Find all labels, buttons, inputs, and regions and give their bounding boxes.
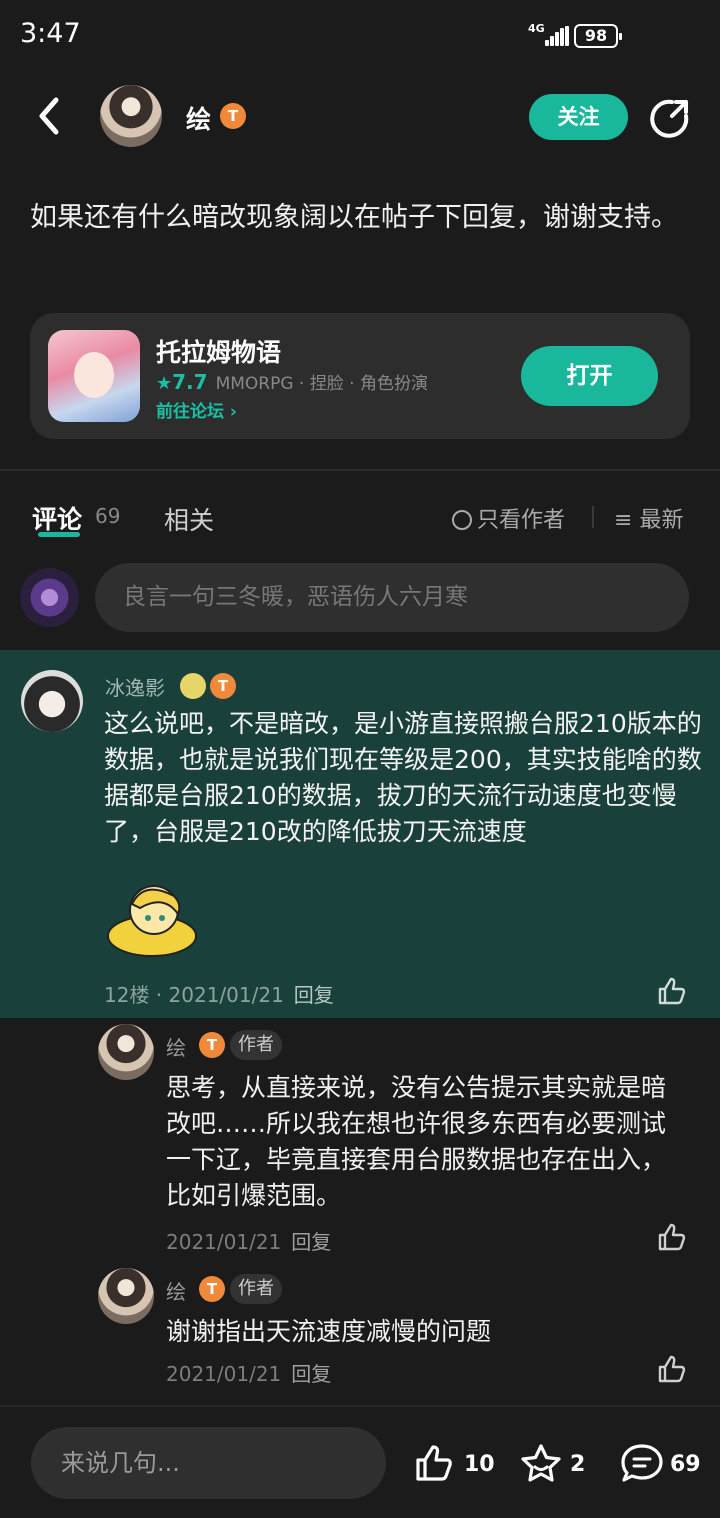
network-indicator: 4G (528, 22, 545, 35)
like-count: 10 (464, 1452, 495, 1477)
sort-toggle[interactable]: ≡ 最新 (614, 502, 683, 534)
like-icon[interactable] (657, 976, 687, 1006)
back-button[interactable] (30, 94, 70, 138)
game-card[interactable]: 托拉姆物语 ★7.7 MMORPG · 捏脸 · 角色扮演 前往论坛 › 打开 (30, 313, 690, 439)
thumbs-up-icon (416, 1445, 452, 1481)
user-badge-icon (180, 673, 206, 699)
reply-text: 谢谢指出天流速度减慢的问题 (166, 1317, 492, 1346)
reply-date: 2021/01/21 (166, 1362, 282, 1386)
highlighted-comment: 冰逸影 T 这么说吧，不是暗改，是小游直接照搬台服210版本的数据，也就是说我们… (0, 650, 720, 1018)
share-button[interactable] (650, 98, 690, 138)
tab-comments[interactable]: 评论 (32, 500, 82, 536)
author-tag: 作者 (230, 1030, 282, 1060)
comment-icon (621, 1444, 663, 1482)
comments-button[interactable]: 69 (620, 1443, 701, 1483)
only-author-toggle[interactable]: 只看作者 (452, 502, 565, 534)
status-time: 3:47 (20, 18, 81, 49)
avatar[interactable] (21, 670, 83, 732)
game-icon (48, 330, 140, 422)
author-tag: 作者 (230, 1274, 282, 1304)
chevron-left-icon (39, 97, 59, 135)
level-badge: T (199, 1032, 225, 1058)
chevron-right-icon: › (229, 402, 237, 422)
comment-meta: 12楼 · 2021/01/21 回复 (104, 979, 334, 1008)
like-icon[interactable] (657, 1354, 687, 1384)
reply-item: 绘 T 作者 思考，从直接来说，没有公告提示其实就是暗改吧……所以我在想也许很多… (0, 1018, 720, 1258)
follow-button[interactable]: 关注 (529, 94, 628, 140)
only-author-label: 只看作者 (477, 508, 566, 533)
status-bar: 3:47 4G 98 (0, 0, 720, 72)
game-meta: ★7.7 MMORPG · 捏脸 · 角色扮演 (156, 369, 428, 394)
game-name: 托拉姆物语 (156, 338, 282, 367)
sort-label: 最新 (639, 508, 684, 533)
reply-text: 思考，从直接来说，没有公告提示其实就是暗改吧……所以我在想也许很多东西有必要测试… (166, 1073, 667, 1210)
sticker-image (107, 885, 197, 957)
bottom-action-bar: 来说几句... 10 2 69 (0, 1407, 720, 1518)
comment-floor-date: 12楼 · 2021/01/21 (104, 983, 284, 1007)
like-button[interactable]: 10 (414, 1443, 495, 1483)
comment-tabs: 评论 69 相关 只看作者 ≡ 最新 (0, 490, 720, 546)
battery-icon: 98 (574, 24, 622, 48)
comment-input[interactable]: 良言一句三冬暖，恶语伤人六月寒 (95, 563, 689, 632)
sort-icon: ≡ (614, 508, 640, 533)
author-avatar[interactable] (100, 85, 162, 147)
forum-link[interactable]: 前往论坛 › (156, 397, 237, 422)
game-tags: MMORPG · 捏脸 · 角色扮演 (215, 374, 428, 394)
comment-text: 这么说吧，不是暗改，是小游直接照搬台服210版本的数据，也就是说我们现在等级是2… (104, 709, 702, 846)
tab-separator (592, 506, 594, 528)
forum-link-label: 前往论坛 (156, 402, 224, 422)
avatar[interactable] (98, 1024, 154, 1080)
like-icon[interactable] (657, 1222, 687, 1252)
reply-user-name[interactable]: 绘 (166, 1032, 186, 1061)
signal-icon (545, 26, 569, 46)
reply-meta: 2021/01/21 回复 (166, 1226, 331, 1255)
level-badge: T (220, 103, 246, 129)
tab-related[interactable]: 相关 (164, 501, 214, 537)
author-name[interactable]: 绘 (186, 100, 211, 136)
reply-item: 绘 T 作者 谢谢指出天流速度减慢的问题 2021/01/21 回复 (0, 1262, 720, 1392)
avatar[interactable] (98, 1268, 154, 1324)
comment-user-name[interactable]: 冰逸影 (105, 672, 165, 701)
game-rating: 7.7 (172, 370, 208, 394)
reply-user-name[interactable]: 绘 (166, 1276, 186, 1305)
comment-count: 69 (670, 1452, 701, 1477)
star-icon: ★ (156, 373, 173, 394)
tab-comments-count: 69 (95, 504, 121, 528)
star-icon (521, 1444, 561, 1482)
favorite-button[interactable]: 2 (520, 1443, 590, 1483)
reply-button[interactable]: 回复 (291, 1362, 331, 1386)
divider (0, 469, 720, 471)
tab-active-indicator (38, 532, 80, 537)
reply-button[interactable]: 回复 (294, 983, 334, 1007)
level-badge: T (199, 1276, 225, 1302)
level-badge: T (210, 673, 236, 699)
reply-date: 2021/01/21 (166, 1230, 282, 1254)
share-icon (650, 99, 689, 138)
post-header: 绘 T 关注 (0, 72, 720, 162)
reply-input[interactable]: 来说几句... (31, 1427, 386, 1499)
post-text: 如果还有什么暗改现象阔以在帖子下回复，谢谢支持。 (30, 202, 678, 233)
open-game-button[interactable]: 打开 (521, 346, 658, 406)
reply-meta: 2021/01/21 回复 (166, 1358, 331, 1387)
radio-icon (452, 510, 472, 530)
favorite-count: 2 (570, 1452, 586, 1477)
reply-button[interactable]: 回复 (291, 1230, 331, 1254)
my-avatar (20, 568, 79, 627)
